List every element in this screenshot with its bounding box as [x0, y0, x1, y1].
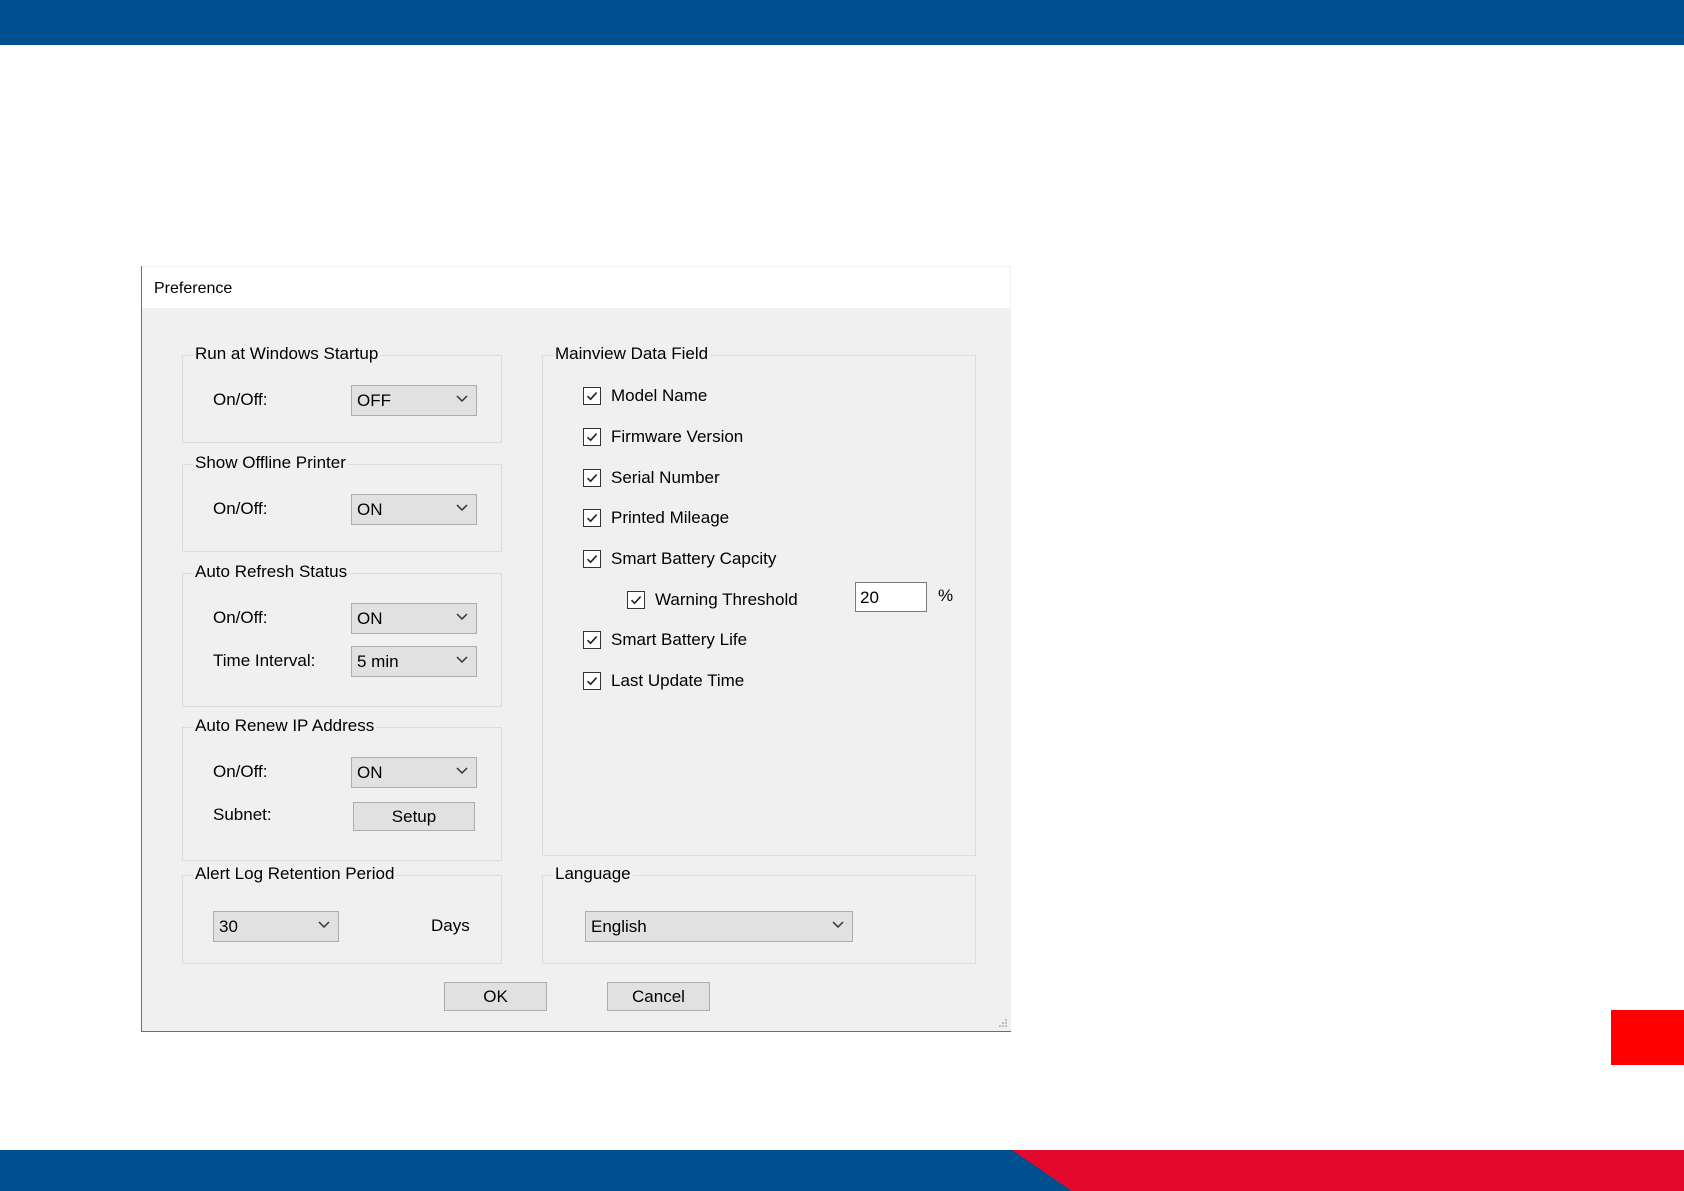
checkbox-label: Firmware Version [611, 427, 744, 446]
refresh-interval-value: 5 min [357, 652, 399, 671]
ok-button-label: OK [483, 987, 508, 1006]
checkbox[interactable] [583, 387, 601, 405]
refresh-onoff-value: ON [357, 609, 383, 628]
chevron-down-icon [456, 656, 468, 664]
checkbox[interactable] [627, 591, 645, 609]
header-band [0, 0, 1684, 45]
group-refresh: Auto Refresh Status On/Off: ON Time Inte… [182, 562, 502, 707]
group-renew: Auto Renew IP Address On/Off: ON Subnet:… [182, 716, 502, 861]
cancel-button-label: Cancel [632, 987, 685, 1006]
chevron-down-icon [456, 767, 468, 775]
group-offline: Show Offline Printer On/Off: ON [182, 453, 502, 552]
checkbox[interactable] [583, 672, 601, 690]
checkmark-icon [586, 392, 598, 401]
group-language: Language English [542, 864, 976, 964]
group-alertlog: Alert Log Retention Period 30 Days [182, 864, 502, 964]
alertlog-days-label: Days [431, 916, 470, 935]
alertlog-days-select[interactable]: 30 [213, 911, 339, 942]
group-language-legend: Language [553, 864, 633, 884]
checkbox[interactable] [583, 428, 601, 446]
checkmark-icon [586, 514, 598, 523]
dialog-titlebar[interactable]: Preference [142, 267, 1010, 308]
refresh-onoff-select[interactable]: ON [351, 603, 477, 634]
warning-threshold-value: 20 [860, 588, 879, 607]
offline-onoff-label: On/Off: [213, 499, 268, 518]
renew-onoff-select[interactable]: ON [351, 757, 477, 788]
group-alertlog-legend: Alert Log Retention Period [193, 864, 397, 884]
checkbox[interactable] [583, 469, 601, 487]
checkbox[interactable] [583, 631, 601, 649]
resize-grip-icon[interactable] [998, 1018, 1008, 1028]
dialog-title: Preference [154, 280, 233, 297]
refresh-interval-label: Time Interval: [213, 651, 316, 670]
checkmark-icon [630, 596, 642, 605]
cancel-button[interactable]: Cancel [607, 982, 710, 1011]
renew-subnet-label: Subnet: [213, 805, 272, 824]
setup-button[interactable]: Setup [353, 802, 475, 831]
alertlog-days-value: 30 [219, 917, 238, 936]
refresh-onoff-label: On/Off: [213, 608, 268, 627]
refresh-interval-select[interactable]: 5 min [351, 646, 477, 677]
startup-onoff-label: On/Off: [213, 390, 268, 409]
checkbox-label: Smart Battery Capcity [611, 549, 777, 568]
setup-button-label: Setup [391, 807, 437, 826]
checkbox-label: Model Name [611, 386, 708, 405]
checkbox-label: Printed Mileage [611, 508, 730, 527]
checkbox-label: Serial Number [611, 468, 720, 487]
chevron-down-icon [456, 395, 468, 403]
chevron-down-icon [832, 921, 844, 929]
checkbox-label: Smart Battery Life [611, 630, 748, 649]
checkbox-label: Last Update Time [611, 671, 745, 690]
chevron-down-icon [456, 504, 468, 512]
chevron-down-icon [456, 613, 468, 621]
startup-onoff-value: OFF [357, 391, 391, 410]
page-marker [1611, 1010, 1684, 1065]
checkmark-icon [586, 433, 598, 442]
checkmark-icon [586, 677, 598, 686]
checkbox[interactable] [583, 550, 601, 568]
checkmark-icon [586, 474, 598, 483]
language-value: English [591, 917, 647, 936]
footer-accent [1012, 1150, 1684, 1191]
warning-threshold-unit: % [938, 586, 954, 605]
checkmark-icon [586, 636, 598, 645]
group-mainview-legend: Mainview Data Field [553, 344, 711, 364]
ok-button[interactable]: OK [444, 982, 547, 1011]
group-renew-legend: Auto Renew IP Address [193, 716, 377, 736]
preference-dialog: Preference Run at Windows Startup On/Off… [141, 266, 1011, 1032]
checkbox-label: Warning Threshold [655, 590, 798, 609]
group-refresh-legend: Auto Refresh Status [193, 562, 350, 582]
chevron-down-icon [318, 921, 330, 929]
checkmark-icon [586, 555, 598, 564]
group-startup-legend: Run at Windows Startup [193, 344, 381, 364]
checkbox[interactable] [583, 509, 601, 527]
group-mainview: Mainview Data Field Model Name Firmware V… [542, 344, 976, 856]
group-startup: Run at Windows Startup On/Off: OFF [182, 344, 502, 443]
renew-onoff-label: On/Off: [213, 762, 268, 781]
footer-band [0, 1150, 1684, 1191]
renew-onoff-value: ON [357, 763, 383, 782]
group-offline-legend: Show Offline Printer [193, 453, 348, 473]
offline-onoff-value: ON [357, 500, 383, 519]
offline-onoff-select[interactable]: ON [351, 494, 477, 525]
language-select[interactable]: English [585, 911, 853, 942]
warning-threshold-input[interactable]: 20 [855, 582, 927, 612]
startup-onoff-select[interactable]: OFF [351, 385, 477, 416]
